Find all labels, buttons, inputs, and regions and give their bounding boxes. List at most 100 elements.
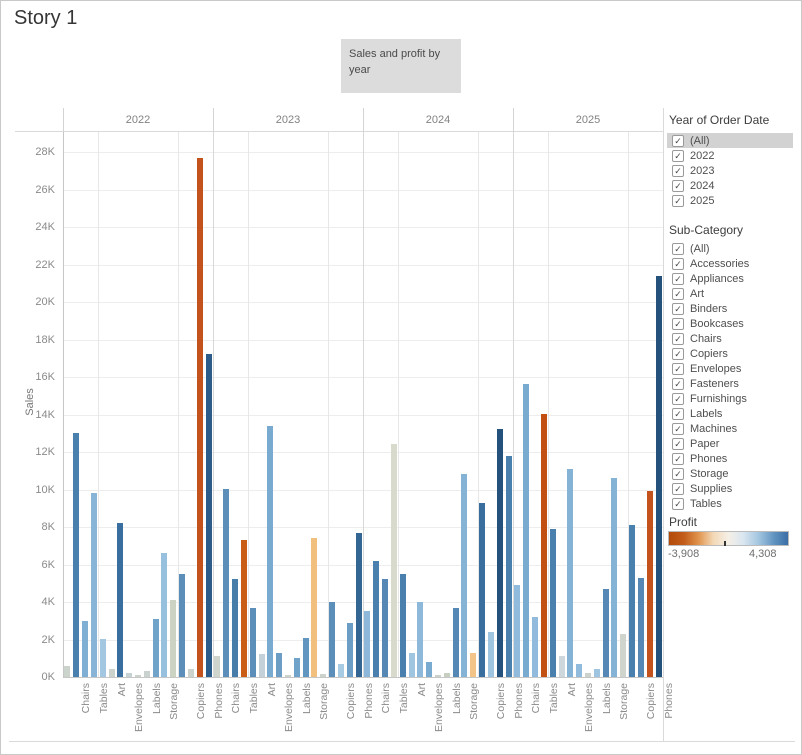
bar-2025-appliances[interactable] bbox=[550, 529, 556, 677]
bar-2022-art[interactable] bbox=[109, 669, 115, 677]
subcategory-filter-item-art[interactable]: ✓Art bbox=[667, 286, 793, 301]
bar-2024-supplies[interactable] bbox=[470, 653, 476, 677]
checkbox-subcategory-filter-accessories-icon[interactable]: ✓ bbox=[672, 258, 684, 270]
bar-2022-phones[interactable] bbox=[206, 354, 212, 677]
bar-2023-envelopes[interactable] bbox=[276, 653, 282, 677]
year-filter-item-2024[interactable]: ✓2024 bbox=[667, 178, 793, 193]
bar-2024-art[interactable] bbox=[409, 653, 415, 677]
bar-2023-chairs[interactable] bbox=[223, 489, 229, 677]
bar-2024-machines[interactable] bbox=[497, 429, 503, 677]
bar-2023-labels[interactable] bbox=[294, 658, 300, 677]
bar-2024-tables[interactable] bbox=[391, 444, 397, 677]
bar-2025-machines[interactable] bbox=[647, 491, 653, 677]
bar-2024-storage[interactable] bbox=[461, 474, 467, 677]
bar-2022-storage[interactable] bbox=[161, 553, 167, 677]
bar-2022-binders[interactable] bbox=[117, 523, 123, 677]
checkbox-year-filter-2024-icon[interactable]: ✓ bbox=[672, 180, 684, 192]
subcategory-filter-item-machines[interactable]: ✓Machines bbox=[667, 421, 793, 436]
checkbox-subcategory-filter-furnishings-icon[interactable]: ✓ bbox=[672, 393, 684, 405]
bar-2022-labels[interactable] bbox=[144, 671, 150, 677]
bar-2024-paper[interactable] bbox=[453, 608, 459, 677]
checkbox-subcategory-filter-fasteners-icon[interactable]: ✓ bbox=[672, 378, 684, 390]
bar-2024-phones[interactable] bbox=[506, 456, 512, 677]
checkbox-subcategory-filter-all-icon[interactable]: ✓ bbox=[672, 243, 684, 255]
bar-2023-bookcases[interactable] bbox=[214, 656, 220, 677]
bar-2023-machines[interactable] bbox=[347, 623, 353, 677]
bar-2022-bookcases[interactable] bbox=[64, 666, 70, 677]
bar-2025-art[interactable] bbox=[559, 656, 565, 677]
bar-2022-chairs[interactable] bbox=[73, 433, 79, 677]
bar-2023-accessories[interactable] bbox=[329, 602, 335, 677]
bar-2025-fasteners[interactable] bbox=[585, 673, 591, 677]
bar-2024-fasteners[interactable] bbox=[435, 675, 441, 677]
checkbox-subcategory-filter-paper-icon[interactable]: ✓ bbox=[672, 438, 684, 450]
checkbox-subcategory-filter-envelopes-icon[interactable]: ✓ bbox=[672, 363, 684, 375]
bar-2024-furnishings[interactable] bbox=[382, 579, 388, 677]
bar-2023-furnishings[interactable] bbox=[232, 579, 238, 677]
bar-2023-storage[interactable] bbox=[311, 538, 317, 677]
bar-2022-machines[interactable] bbox=[197, 158, 203, 677]
bar-2022-paper[interactable] bbox=[153, 619, 159, 677]
bar-2024-envelopes[interactable] bbox=[426, 662, 432, 677]
checkbox-subcategory-filter-appliances-icon[interactable]: ✓ bbox=[672, 273, 684, 285]
bar-2025-storage[interactable] bbox=[611, 478, 617, 677]
bar-2023-fasteners[interactable] bbox=[285, 675, 291, 677]
subcategory-filter-item-chairs[interactable]: ✓Chairs bbox=[667, 331, 793, 346]
subcategory-filter-item-bookcases[interactable]: ✓Bookcases bbox=[667, 316, 793, 331]
bar-2022-accessories[interactable] bbox=[179, 574, 185, 677]
bar-2025-binders[interactable] bbox=[567, 469, 573, 677]
bar-2025-furnishings[interactable] bbox=[532, 617, 538, 677]
bar-2022-copiers[interactable] bbox=[188, 669, 194, 677]
subcategory-filter-item-storage[interactable]: ✓Storage bbox=[667, 466, 793, 481]
subcategory-filter-item-supplies[interactable]: ✓Supplies bbox=[667, 481, 793, 496]
bar-2025-envelopes[interactable] bbox=[576, 664, 582, 677]
bar-2022-envelopes[interactable] bbox=[126, 673, 132, 677]
checkbox-subcategory-filter-binders-icon[interactable]: ✓ bbox=[672, 303, 684, 315]
checkbox-subcategory-filter-storage-icon[interactable]: ✓ bbox=[672, 468, 684, 480]
bar-2023-binders[interactable] bbox=[267, 426, 273, 677]
year-filter-item-2023[interactable]: ✓2023 bbox=[667, 163, 793, 178]
checkbox-subcategory-filter-copiers-icon[interactable]: ✓ bbox=[672, 348, 684, 360]
checkbox-subcategory-filter-labels-icon[interactable]: ✓ bbox=[672, 408, 684, 420]
subcategory-filter-item-phones[interactable]: ✓Phones bbox=[667, 451, 793, 466]
bar-2022-supplies[interactable] bbox=[170, 600, 176, 677]
bar-2024-chairs[interactable] bbox=[373, 561, 379, 677]
bar-2023-tables[interactable] bbox=[241, 540, 247, 677]
bar-2024-appliances[interactable] bbox=[400, 574, 406, 677]
checkbox-subcategory-filter-phones-icon[interactable]: ✓ bbox=[672, 453, 684, 465]
bar-2023-art[interactable] bbox=[259, 654, 265, 677]
subcategory-filter-item-tables[interactable]: ✓Tables bbox=[667, 496, 793, 511]
checkbox-subcategory-filter-supplies-icon[interactable]: ✓ bbox=[672, 483, 684, 495]
checkbox-year-filter-all-icon[interactable]: ✓ bbox=[672, 135, 684, 147]
bar-2025-bookcases[interactable] bbox=[514, 585, 520, 677]
bar-2025-copiers[interactable] bbox=[638, 578, 644, 677]
subcategory-filter-item-paper[interactable]: ✓Paper bbox=[667, 436, 793, 451]
bar-2023-paper[interactable] bbox=[303, 638, 309, 677]
bar-2025-accessories[interactable] bbox=[629, 525, 635, 677]
bar-2023-copiers[interactable] bbox=[338, 664, 344, 677]
checkbox-subcategory-filter-chairs-icon[interactable]: ✓ bbox=[672, 333, 684, 345]
bar-2022-furnishings[interactable] bbox=[82, 621, 88, 677]
year-filter-item-2025[interactable]: ✓2025 bbox=[667, 193, 793, 208]
subcategory-filter-item-envelopes[interactable]: ✓Envelopes bbox=[667, 361, 793, 376]
bar-2025-chairs[interactable] bbox=[523, 384, 529, 677]
subcategory-filter-item-copiers[interactable]: ✓Copiers bbox=[667, 346, 793, 361]
bar-2025-supplies[interactable] bbox=[620, 634, 626, 677]
subcategory-filter-item-labels[interactable]: ✓Labels bbox=[667, 406, 793, 421]
bar-2025-tables[interactable] bbox=[541, 414, 547, 677]
checkbox-subcategory-filter-art-icon[interactable]: ✓ bbox=[672, 288, 684, 300]
subcategory-filter-item-appliances[interactable]: ✓Appliances bbox=[667, 271, 793, 286]
bar-2025-paper[interactable] bbox=[603, 589, 609, 677]
bar-2023-supplies[interactable] bbox=[320, 674, 326, 677]
subcategory-filter-item-accessories[interactable]: ✓Accessories bbox=[667, 256, 793, 271]
checkbox-year-filter-2023-icon[interactable]: ✓ bbox=[672, 165, 684, 177]
subcategory-filter-item-binders[interactable]: ✓Binders bbox=[667, 301, 793, 316]
bar-2024-accessories[interactable] bbox=[479, 503, 485, 677]
subcategory-filter-item-furnishings[interactable]: ✓Furnishings bbox=[667, 391, 793, 406]
checkbox-year-filter-2022-icon[interactable]: ✓ bbox=[672, 150, 684, 162]
checkbox-subcategory-filter-tables-icon[interactable]: ✓ bbox=[672, 498, 684, 510]
year-filter-item-all[interactable]: ✓(All) bbox=[667, 133, 793, 148]
story-caption[interactable]: Sales and profit by year bbox=[341, 39, 461, 93]
bar-2024-copiers[interactable] bbox=[488, 632, 494, 677]
bar-2025-labels[interactable] bbox=[594, 669, 600, 677]
